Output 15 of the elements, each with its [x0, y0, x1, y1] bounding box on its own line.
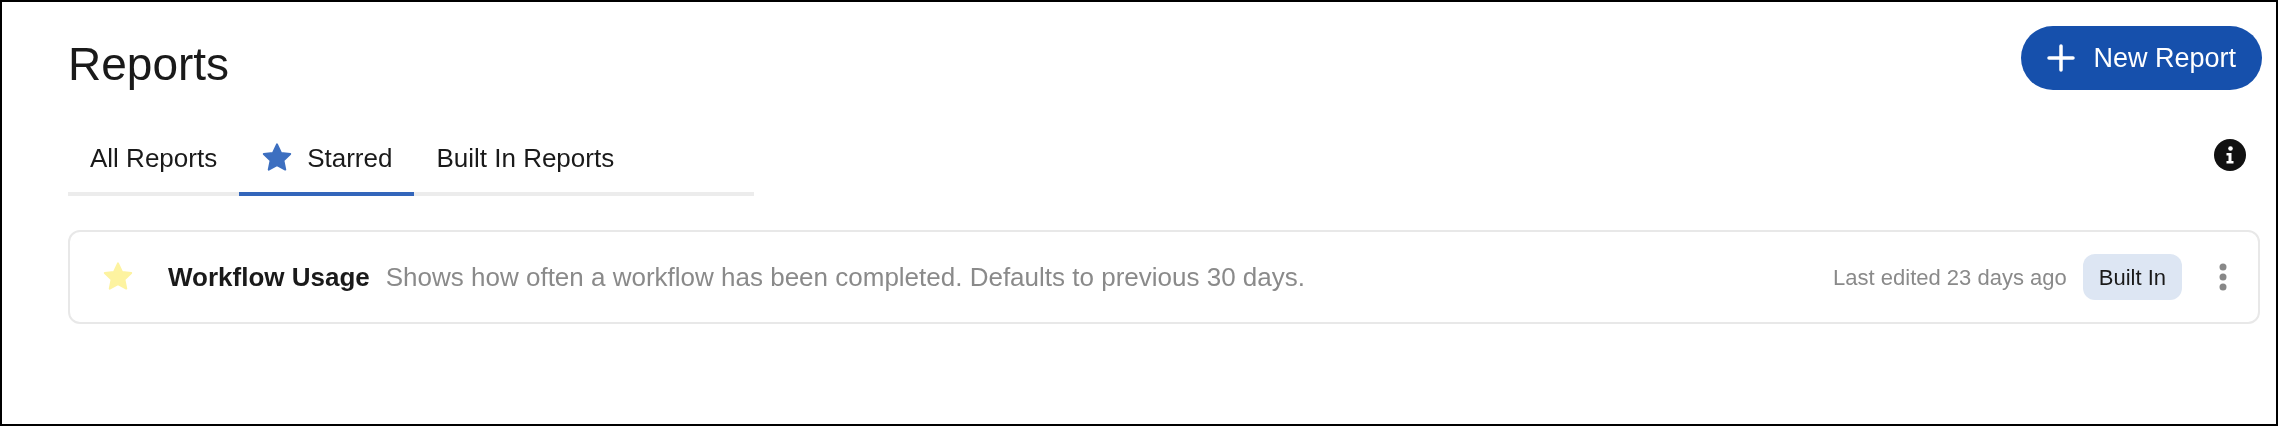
report-description: Shows how often a workflow has been completed. Defaults to previous 30 days. — [385, 260, 1306, 294]
star-icon — [102, 261, 134, 293]
new-report-button[interactable]: New Report — [2021, 26, 2262, 90]
last-edited-text: Last edited 23 days ago — [1833, 263, 2067, 292]
page-title: Reports — [68, 37, 230, 92]
report-title: Workflow Usage — [168, 260, 370, 294]
star-icon — [261, 142, 294, 174]
built-in-badge: Built In — [2082, 254, 2182, 300]
tab[interactable]: Starred — [239, 124, 415, 196]
tab[interactable]: All Reports — [68, 124, 240, 196]
plus-icon — [2047, 44, 2076, 72]
report-card[interactable]: Workflow Usage Shows how often a workflow has been completed. Defaults to previous 30 days. Last edited 23 days ago Built In — [68, 230, 2260, 324]
info-icon[interactable] — [2214, 139, 2246, 171]
tab[interactable]: Built In Reports — [414, 124, 637, 196]
more-options-icon[interactable] — [2218, 263, 2228, 291]
